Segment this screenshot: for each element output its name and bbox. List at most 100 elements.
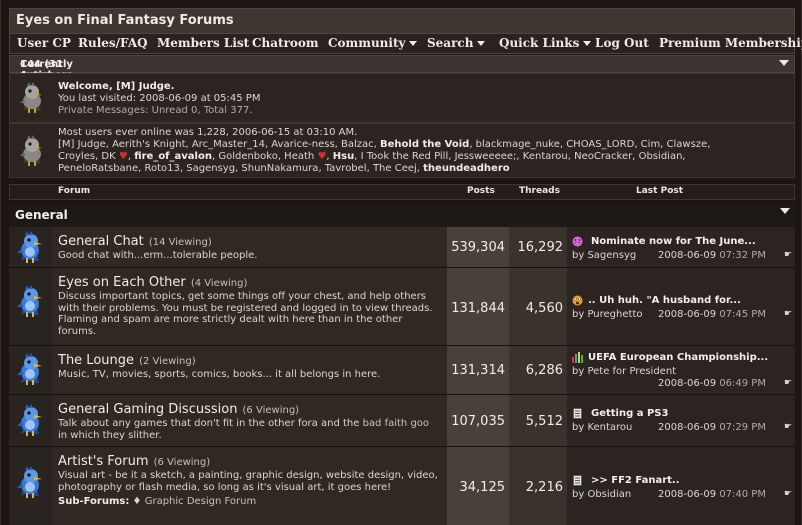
grin-icon xyxy=(572,236,583,247)
collapse-arrow-icon[interactable] xyxy=(780,208,790,214)
forum-table-header: Forum Posts Threads Last Post xyxy=(9,184,795,200)
last-post-author[interactable]: by Sagensyg xyxy=(572,250,636,261)
nav-community[interactable]: Community xyxy=(328,36,418,50)
chocobo-forum-icon xyxy=(14,404,48,438)
forum-link[interactable]: Eyes on Each Other xyxy=(58,275,186,290)
forum-viewing-count: (4 Viewing) xyxy=(190,278,248,289)
go-to-last-post-icon[interactable]: ☛ xyxy=(784,309,792,319)
forum-posts-count: 34,125 xyxy=(459,480,506,495)
forum-info-cell: Artist's Forum (6 Viewing) Visual art - … xyxy=(52,447,447,525)
collapse-arrow-icon[interactable] xyxy=(779,60,789,66)
online-users[interactable]: PeneloRatsbane, Roto13, Sagensyg, ShunNa… xyxy=(58,163,420,174)
forum-info-cell: The Lounge (2 Viewing) Music, TV, movies… xyxy=(52,346,447,394)
forum-threads-count: 5,512 xyxy=(525,414,563,429)
nav-user-cp[interactable]: User CP xyxy=(17,36,71,50)
forum-threads-count: 2,216 xyxy=(525,480,563,495)
forum-title-bar: Eyes on Final Fantasy Forums xyxy=(9,8,795,34)
online-user-bold[interactable]: fire_of_avalon xyxy=(134,151,212,162)
category-name[interactable]: General xyxy=(15,208,68,222)
forum-info-cell: Eyes on Each Other (4 Viewing) Discuss i… xyxy=(52,268,447,345)
chevron-down-icon xyxy=(477,41,486,46)
last-post-time: 07:45 PM xyxy=(719,309,766,320)
forum-status-cell xyxy=(9,395,52,446)
forum-posts-cell: 131,844 xyxy=(447,268,509,345)
chevron-down-icon xyxy=(583,41,592,46)
last-post-title-link[interactable]: Nominate now for The June... xyxy=(591,236,756,247)
forum-viewing-count: (14 Viewing) xyxy=(148,237,212,248)
forum-row: Artist's Forum (6 Viewing) Visual art - … xyxy=(9,447,795,525)
last-post-author[interactable]: by Pete for President xyxy=(572,366,676,377)
chocobo-forum-icon xyxy=(14,285,48,319)
forum-status-cell xyxy=(9,346,52,394)
nav-quick-links[interactable]: Quick Links xyxy=(499,36,592,50)
online-users[interactable]: Croyles, DK xyxy=(58,151,116,162)
go-to-last-post-icon[interactable]: ☛ xyxy=(784,489,792,499)
forum-description: Discuss important topics, get some thing… xyxy=(58,291,433,337)
nav-quick-links-label: Quick Links xyxy=(499,36,580,50)
welcome-panel: Welcome, [M] Judge. You last visited: 20… xyxy=(9,73,795,123)
last-post-author[interactable]: by Pureghetto xyxy=(572,309,642,320)
last-post-title-link[interactable]: >> FF2 Fanart.. xyxy=(591,475,680,486)
last-post-date-value: 2008-06-09 xyxy=(658,309,717,320)
shocked-icon xyxy=(572,295,583,306)
nav-search[interactable]: Search xyxy=(427,36,486,50)
last-post-time: 06:49 PM xyxy=(719,378,766,389)
online-users-text: Most users ever online was 1,228, 2006-0… xyxy=(58,127,710,175)
forum-last-post-cell: .. Uh huh. "A husband for... by Pureghet… xyxy=(567,268,795,345)
forum-last-post-cell: Nominate now for The June... by Sagensyg… xyxy=(567,227,795,267)
last-post-title-link[interactable]: .. Uh huh. "A husband for... xyxy=(588,295,741,306)
nav-rules-faq[interactable]: Rules/FAQ xyxy=(78,36,148,50)
forum-last-post-cell: UEFA European Championship... by Pete fo… xyxy=(567,346,795,394)
forum-posts-cell: 131,314 xyxy=(447,346,509,394)
forum-link[interactable]: General Gaming Discussion xyxy=(58,402,237,417)
forum-link[interactable]: General Chat xyxy=(58,234,144,249)
go-to-last-post-icon[interactable]: ☛ xyxy=(784,422,792,432)
last-post-date: 2008-06-09 07:45 PM xyxy=(658,309,766,320)
online-users[interactable]: , blackmage_nuke, CHOAS_LORD, Cim, Claws… xyxy=(469,139,710,150)
forum-row: The Lounge (2 Viewing) Music, TV, movies… xyxy=(9,346,795,395)
nav-log-out[interactable]: Log Out xyxy=(595,36,649,50)
last-post-title-link[interactable]: Getting a PS3 xyxy=(591,408,668,419)
last-post-date: 2008-06-09 07:29 PM xyxy=(658,422,766,433)
active-users-bar: Currently Active Users: 144 (31 members … xyxy=(9,55,795,103)
last-post-date-value: 2008-06-09 xyxy=(658,250,717,261)
last-visit-text: You last visited: 2008-06-09 at 05:45 PM xyxy=(58,93,261,104)
last-post-author[interactable]: by Kentarou xyxy=(572,422,632,433)
go-to-last-post-icon[interactable]: ☛ xyxy=(784,250,792,260)
forum-posts-count: 131,314 xyxy=(451,363,505,378)
forum-description: Visual art - be it a sketch, a painting,… xyxy=(58,470,438,493)
online-users-line: PeneloRatsbane, Roto13, Sagensyg, ShunNa… xyxy=(58,163,710,175)
sub-forum-link[interactable]: Graphic Design Forum xyxy=(145,496,257,507)
online-users[interactable]: , Goldenboko, Heath xyxy=(212,151,314,162)
online-users[interactable]: , I Took the Red Pill, Jessweeeee;, Kent… xyxy=(354,151,685,162)
sub-forums: Sub-Forums: ♦ Graphic Design Forum xyxy=(58,496,441,507)
go-to-last-post-icon[interactable]: ☛ xyxy=(784,378,792,388)
private-messages-link[interactable]: Private Messages: Unread 0, Total 377. xyxy=(58,105,260,117)
online-users-line: [M] Judge, Aerith's Knight, Arc_Master_1… xyxy=(58,139,710,151)
last-post-time: 07:40 PM xyxy=(719,489,766,500)
forum-last-post-cell: >> FF2 Fanart.. by Obsidian 2008-06-09 0… xyxy=(567,447,795,525)
last-post-date: 2008-06-09 07:40 PM xyxy=(658,489,766,500)
online-user-bold[interactable]: Hsu xyxy=(333,151,354,162)
welcome-text: Welcome, [M] Judge. You last visited: 20… xyxy=(58,81,260,117)
forum-row: General Chat (14 Viewing) Good chat with… xyxy=(9,227,795,268)
nav-premium-membership[interactable]: Premium Membership xyxy=(659,36,802,50)
document-icon xyxy=(573,475,582,486)
forum-description-text: Talk about any games that don't fit in t… xyxy=(58,418,360,429)
forum-threads-cell: 5,512 xyxy=(509,395,567,446)
online-user-bold[interactable]: Behold the Void xyxy=(380,139,469,150)
nav-members-list[interactable]: Members List xyxy=(157,36,249,50)
last-post-title-link[interactable]: UEFA European Championship... xyxy=(588,352,768,363)
online-users[interactable]: [M] Judge, Aerith's Knight, Arc_Master_1… xyxy=(58,139,377,150)
last-post-date-value: 2008-06-09 xyxy=(658,422,717,433)
bad-faith-goo-link[interactable]: bad faith goo xyxy=(363,418,429,429)
forum-link[interactable]: Artist's Forum xyxy=(58,454,149,469)
forum-last-post-cell: Getting a PS3 by Kentarou 2008-06-09 07:… xyxy=(567,395,795,446)
forum-link[interactable]: The Lounge xyxy=(58,353,134,368)
nav-chatroom[interactable]: Chatroom xyxy=(252,36,319,50)
chocobo-avatar-icon xyxy=(15,134,49,168)
forum-viewing-count: (2 Viewing) xyxy=(139,356,196,367)
online-user-bold[interactable]: theundeadhero xyxy=(423,163,509,174)
forum-threads-cell: 2,216 xyxy=(509,447,567,525)
last-post-author[interactable]: by Obsidian xyxy=(572,489,631,500)
